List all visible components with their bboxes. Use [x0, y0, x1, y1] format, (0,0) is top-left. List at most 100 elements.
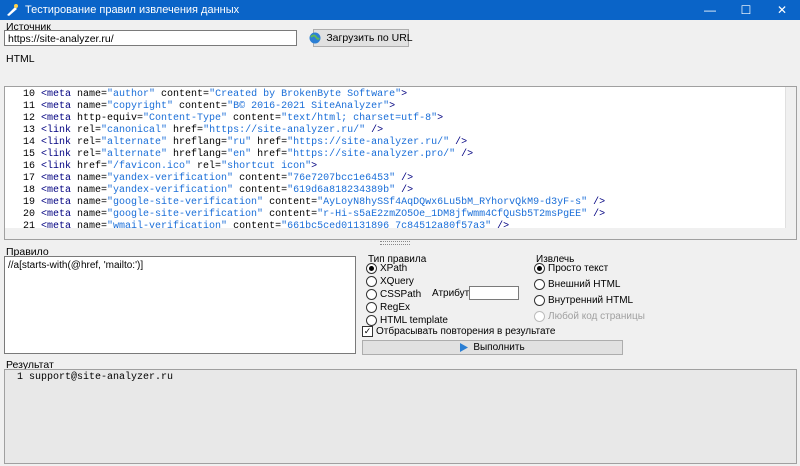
code-token: <meta: [41, 185, 78, 196]
code-token: name=: [77, 173, 108, 184]
code-line: 20 <meta name="google-site-verification" …: [5, 209, 605, 221]
url-input[interactable]: https://site-analyzer.ru/: [4, 30, 297, 46]
html-horizontal-scrollbar[interactable]: [5, 228, 796, 239]
minimize-button[interactable]: —: [692, 0, 728, 20]
code-token: <meta: [41, 101, 78, 112]
execute-button[interactable]: Выполнить: [362, 340, 623, 355]
code-token: href=: [77, 161, 108, 172]
code-token: <link: [41, 125, 78, 136]
code-token: "619d6a818234389b": [287, 185, 396, 196]
html-code-view[interactable]: 25<!--link rel="stylesheet" href="https:…: [4, 86, 797, 240]
radio-icon: [366, 289, 377, 300]
code-line: 11 <meta name="copyright" content="B© 201…: [5, 101, 395, 113]
code-token: />: [449, 137, 468, 148]
code-token: name=: [77, 89, 108, 100]
load-url-button[interactable]: Загрузить по URL: [309, 29, 413, 47]
close-button[interactable]: ✕: [764, 0, 800, 20]
extract-option[interactable]: Просто текст: [534, 263, 608, 274]
code-line: 10 <meta name="author" content="Created b…: [5, 89, 407, 101]
radio-icon: [366, 263, 377, 274]
extract-option[interactable]: Внешний HTML: [534, 279, 620, 290]
line-number: 10: [22, 89, 35, 100]
code-token: "google-site-verification": [107, 197, 264, 208]
line-number: 20: [22, 209, 35, 220]
code-token: />: [455, 149, 474, 160]
rule-input[interactable]: //a[starts-with(@href, 'mailto:')]: [4, 256, 356, 354]
code-token: />: [587, 209, 606, 220]
line-number: 13: [22, 125, 35, 136]
rule-type-option[interactable]: RegEx: [366, 302, 410, 313]
checkmark-icon: ✓: [362, 326, 373, 337]
execute-label: Выполнить: [473, 342, 525, 353]
code-line: 12 <meta http-equiv="Content-Type" conten…: [5, 113, 443, 125]
code-token: content=: [263, 197, 318, 208]
code-token: <meta: [41, 197, 78, 208]
code-token: <meta: [41, 89, 78, 100]
rule-type-option[interactable]: XQuery: [366, 276, 414, 287]
rule-type-option[interactable]: HTML template: [366, 315, 448, 326]
code-token: content=: [233, 185, 288, 196]
maximize-button[interactable]: ☐: [728, 0, 764, 20]
extract-option[interactable]: Внутренний HTML: [534, 295, 633, 306]
code-token: content=: [263, 209, 318, 220]
discard-duplicates-checkbox[interactable]: ✓ Отбрасывать повторения в результате: [362, 326, 555, 337]
result-line: 1 support@site-analyzer.ru: [5, 372, 173, 384]
code-token: <meta: [41, 209, 78, 220]
code-token: name=: [77, 209, 108, 220]
rule-type-option-label: RegEx: [380, 302, 411, 313]
code-token: "copyright": [107, 101, 174, 112]
code-token: "author": [107, 89, 156, 100]
line-number: 1: [16, 372, 23, 383]
radio-icon: [534, 311, 545, 322]
code-token: rel=: [191, 161, 222, 172]
discard-duplicates-label: Отбрасывать повторения в результате: [376, 326, 556, 337]
code-token: "ru": [227, 137, 252, 148]
code-token: href=: [251, 137, 288, 148]
attribute-input[interactable]: [469, 286, 519, 300]
extract-option-label: Любой код страницы: [548, 311, 645, 322]
code-token: "alternate": [101, 149, 168, 160]
code-token: <link: [41, 149, 78, 160]
code-token: <meta: [41, 113, 78, 124]
code-token: "canonical": [101, 125, 168, 136]
html-vertical-scrollbar[interactable]: [785, 87, 796, 239]
code-token: "/favicon.ico": [107, 161, 192, 172]
code-token: "r-Hi-s5aE2zmZO5Oe_1DM8jfwmm4CfQuSb5T2ms…: [317, 209, 588, 220]
radio-icon: [366, 302, 377, 313]
code-line: 17 <meta name="yandex-verification" conte…: [5, 173, 413, 185]
code-token: <link: [41, 137, 78, 148]
extract-option-label: Внешний HTML: [548, 279, 621, 290]
code-token: rel=: [77, 149, 102, 160]
code-token: >: [401, 89, 408, 100]
radio-icon: [366, 276, 377, 287]
splitter-grip[interactable]: [380, 241, 410, 245]
radio-icon: [534, 295, 545, 306]
code-token: "76e7207bcc1e6453": [287, 173, 396, 184]
code-token: rel=: [77, 125, 102, 136]
title-bar: Тестирование правил извлечения данных — …: [0, 0, 800, 20]
code-token: content=: [233, 173, 288, 184]
extract-option: Любой код страницы: [534, 311, 645, 322]
radio-icon: [534, 279, 545, 290]
code-line: 16 <link href="/favicon.ico" rel="shortcu…: [5, 161, 317, 173]
code-line: 13 <link rel="canonical" href="https://si…: [5, 125, 383, 137]
code-token: content=: [227, 113, 282, 124]
code-token: <link: [41, 161, 78, 172]
rule-type-option[interactable]: CSSPath: [366, 289, 421, 300]
code-token: />: [395, 185, 414, 196]
code-token: content=: [155, 89, 210, 100]
line-number: 18: [22, 185, 35, 196]
code-token: "shortcut icon": [221, 161, 312, 172]
line-number: 15: [22, 149, 35, 160]
code-token: <meta: [41, 173, 78, 184]
line-number: 11: [22, 101, 35, 112]
code-token: hreflang=: [167, 137, 228, 148]
code-token: "google-site-verification": [107, 209, 264, 220]
rule-type-option[interactable]: XPath: [366, 263, 407, 274]
result-view[interactable]: 1 support@site-analyzer.ru: [4, 369, 797, 464]
code-token: name=: [77, 101, 108, 112]
load-url-label: Загрузить по URL: [326, 32, 413, 44]
code-token: "alternate": [101, 137, 168, 148]
code-token: />: [365, 125, 384, 136]
line-number: 16: [22, 161, 35, 172]
